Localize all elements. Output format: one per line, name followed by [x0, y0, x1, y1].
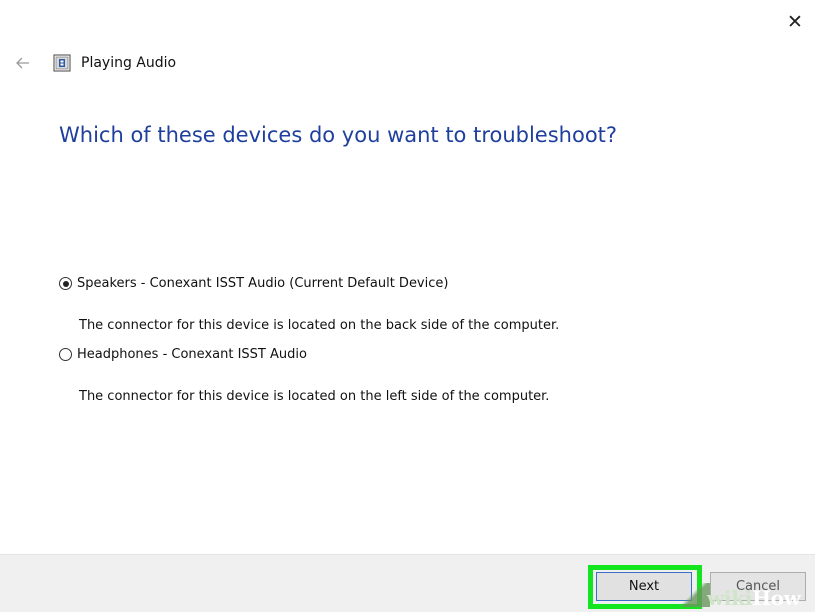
troubleshooter-window: ✕ Playing Audio Which of these devices d…: [0, 0, 815, 612]
header: Playing Audio: [16, 51, 176, 75]
device-option-label: Headphones - Conexant ISST Audio: [77, 347, 307, 362]
device-option-speakers[interactable]: Speakers - Conexant ISST Audio (Current …: [59, 276, 448, 291]
back-arrow-icon: [16, 57, 29, 69]
device-description: The connector for this device is located…: [79, 389, 550, 404]
device-option-label: Speakers - Conexant ISST Audio (Current …: [77, 276, 449, 291]
watermark-slash: [676, 583, 710, 607]
window-title: Playing Audio: [81, 55, 177, 71]
audio-troubleshooter-icon: [53, 54, 71, 72]
radio-selected-dot: [62, 280, 69, 287]
device-description: The connector for this device is located…: [79, 318, 560, 333]
close-icon: ✕: [787, 11, 803, 33]
radio-button-headphones[interactable]: [59, 348, 72, 361]
page-heading: Which of these devices do you want to tr…: [59, 123, 618, 147]
close-button[interactable]: ✕: [783, 10, 807, 34]
back-button[interactable]: [16, 55, 32, 71]
cancel-button[interactable]: Cancel: [710, 572, 806, 601]
device-option-headphones[interactable]: Headphones - Conexant ISST Audio: [59, 347, 307, 362]
radio-button-speakers[interactable]: [59, 277, 72, 290]
